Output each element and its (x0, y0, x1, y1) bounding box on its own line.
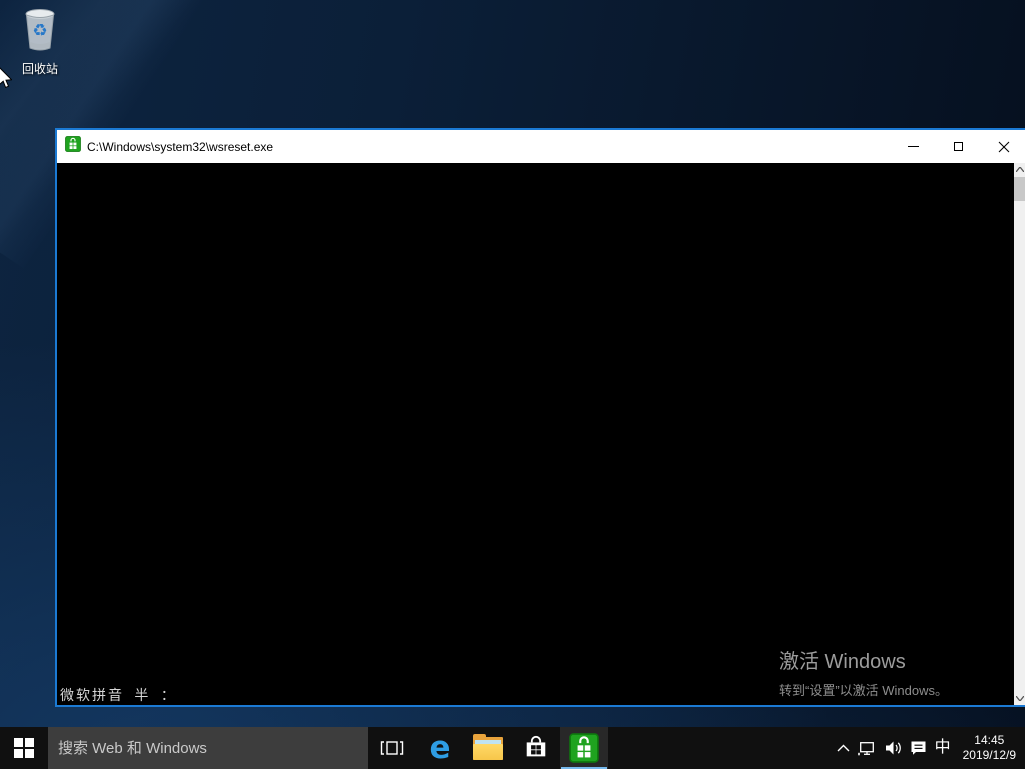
window-titlebar[interactable]: C:\Windows\system32\wsreset.exe (57, 130, 1025, 163)
console-window: C:\Windows\system32\wsreset.exe 微软拼音 半 ： (55, 128, 1025, 707)
store-button[interactable] (512, 727, 560, 769)
taskbar-app-buttons: e (368, 727, 608, 769)
mouse-cursor (0, 66, 12, 95)
maximize-icon (954, 142, 963, 151)
recycle-bin-label: 回收站 (22, 60, 58, 77)
system-tray: 中 14:45 2019/12/9 (837, 727, 1025, 769)
window-controls (891, 130, 1025, 163)
window-title: C:\Windows\system32\wsreset.exe (87, 140, 273, 154)
maximize-button[interactable] (936, 130, 981, 163)
ime-indicator[interactable]: 中 (935, 740, 951, 756)
scroll-up-icon (1016, 167, 1024, 172)
store-green-icon (569, 733, 599, 763)
scrollbar-down-button[interactable] (1014, 692, 1025, 705)
recycle-bin-icon: ♻ (18, 6, 62, 57)
activate-windows-watermark: 激活 Windows 转到“设置”以激活 Windows。 (779, 645, 948, 699)
watermark-title: 激活 Windows (779, 645, 948, 674)
recycle-bin-desktop-icon[interactable]: ♻ 回收站 (8, 6, 72, 77)
close-icon (998, 141, 1010, 153)
show-hidden-icons-button[interactable] (837, 744, 850, 752)
network-tray-button[interactable] (858, 740, 876, 756)
scrollbar-up-button[interactable] (1014, 163, 1025, 176)
clock-time: 14:45 (963, 733, 1016, 748)
edge-icon: e (429, 733, 450, 764)
speaker-icon (884, 740, 902, 756)
vertical-scrollbar[interactable] (1014, 163, 1025, 705)
scrollbar-track[interactable] (1014, 201, 1025, 692)
scrollbar-thumb[interactable] (1014, 177, 1025, 201)
wsreset-store-app-button[interactable] (560, 727, 608, 769)
file-explorer-button[interactable] (464, 727, 512, 769)
action-center-button[interactable] (910, 740, 927, 756)
start-button[interactable] (0, 727, 48, 769)
edge-browser-button[interactable]: e (416, 727, 464, 769)
svg-text:♻: ♻ (32, 21, 47, 41)
store-app-icon (65, 136, 81, 157)
console-output-area[interactable]: 微软拼音 半 ： (57, 163, 1014, 705)
watermark-subtitle: 转到“设置”以激活 Windows。 (779, 680, 948, 699)
console-ime-status: 微软拼音 半 ： (60, 685, 177, 705)
chevron-up-icon (837, 744, 850, 752)
taskbar-clock[interactable]: 14:45 2019/12/9 (963, 733, 1016, 763)
minimize-button[interactable] (891, 130, 936, 163)
close-button[interactable] (981, 130, 1025, 163)
scroll-down-icon (1016, 696, 1024, 701)
action-center-icon (910, 740, 927, 756)
search-input[interactable] (48, 727, 368, 769)
clock-date: 2019/12/9 (963, 748, 1016, 763)
console-body: 微软拼音 半 ： (57, 163, 1025, 705)
task-view-icon (380, 739, 404, 757)
taskbar: e (0, 727, 1025, 769)
network-icon (858, 740, 876, 756)
taskbar-search-box[interactable] (48, 727, 368, 769)
task-view-button[interactable] (368, 727, 416, 769)
store-icon (523, 735, 549, 761)
minimize-icon (908, 146, 919, 147)
screen: { "desktop": { "recycle_bin_label": "回收站… (0, 0, 1025, 769)
windows-logo-icon (14, 738, 34, 758)
volume-tray-button[interactable] (884, 740, 902, 756)
file-explorer-icon (473, 737, 503, 760)
